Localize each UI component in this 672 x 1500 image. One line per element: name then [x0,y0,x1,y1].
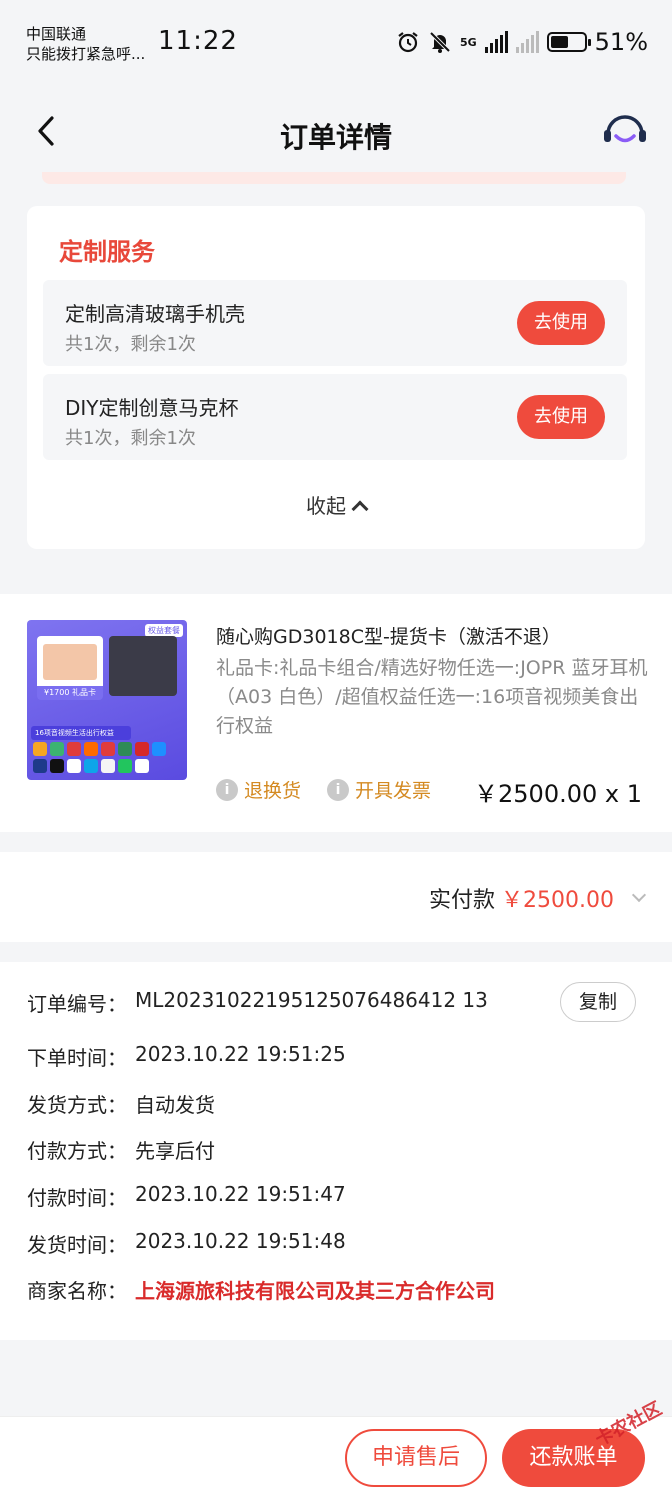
mute-bell-icon [429,31,451,53]
info-row: 发货方式： 自动发货 [27,1089,215,1118]
info-value: 2023.10.22 19:51:48 [135,1229,346,1253]
return-exchange-link[interactable]: i 退换货 [216,776,301,803]
order-info-section: 订单编号： ML20231022195125076486412 13 复制 下单… [0,962,672,1340]
after-sales-button[interactable]: 申请售后 [345,1429,487,1487]
battery-percent: 51% [594,28,648,56]
info-row: 发货时间： 2023.10.22 19:51:48 [27,1229,346,1258]
battery-icon [546,32,591,52]
copy-button[interactable]: 复制 [560,982,636,1022]
info-value: 先享后付 [135,1139,215,1163]
return-label: 退换货 [244,780,302,802]
carrier-name: 中国联通 [26,25,87,43]
info-key: 发货方式： [27,1093,127,1117]
carrier-info: 中国联通 只能拨打紧急呼... [26,24,145,64]
info-icon: i [327,778,350,801]
use-service-button[interactable]: 去使用 [517,395,605,439]
clock: 11:22 [158,26,238,56]
chevron-down-icon [631,887,647,903]
order-number: ML20231022195125076486412 13 [135,988,488,1012]
service-name: DIY定制创意马克杯 [65,396,239,420]
order-number-row: 订单编号： ML20231022195125076486412 13 [27,988,488,1017]
info-row: 付款时间： 2023.10.22 19:51:47 [27,1182,346,1211]
service-item: DIY定制创意马克杯 共1次，剩余1次 去使用 [43,374,627,460]
merchant-name: 上海源旅科技有限公司及其三方合作公司 [135,1279,495,1303]
carrier-status: 只能拨打紧急呼... [26,45,146,63]
network-type: 5G [459,35,477,49]
page-title: 订单详情 [279,121,392,154]
info-key: 付款时间： [27,1186,127,1210]
info-value: 2023.10.22 19:51:47 [135,1182,346,1206]
info-key: 商家名称： [27,1279,127,1303]
service-name: 定制高清玻璃手机壳 [65,302,245,326]
use-service-button[interactable]: 去使用 [517,301,605,345]
system-icons: 5G 51% [396,28,648,56]
info-row: 付款方式： 先享后付 [27,1135,215,1164]
alarm-icon [398,32,418,53]
app-icons-grid [33,742,181,773]
product-description: 礼品卡:礼品卡组合/精选好物任选一:JOPR 蓝牙耳机（A03 白色）/超值权益… [216,657,648,737]
payment-summary[interactable]: 实付款 ￥2500.00 [0,852,672,942]
info-row: 下单时间： 2023.10.22 19:51:25 [27,1042,346,1071]
info-key: 发货时间： [27,1233,127,1257]
thumb-ribbon: 16项音视频生活出行权益 [31,726,131,740]
custom-service-card: 定制服务 定制高清玻璃手机壳 共1次，剩余1次 去使用 DIY定制创意马克杯 共… [27,206,645,549]
product-thumbnail[interactable]: 权益套餐 ¥1700 礼品卡 16项音视频生活出行权益 [27,620,187,780]
signal-icon [484,31,508,53]
invoice-label: 开具发票 [355,780,432,802]
info-key: 下单时间： [27,1046,127,1070]
nav-header: 订单详情 [0,86,672,176]
price-quantity: ￥2500.00 x 1 [474,780,642,808]
product-actions: i 退换货 i 开具发票 [216,776,431,803]
invoice-link[interactable]: i 开具发票 [327,776,431,803]
info-value: 2023.10.22 19:51:25 [135,1042,346,1066]
thumb-price: ¥1700 礼品卡 [37,686,103,700]
info-value: 自动发货 [135,1093,215,1117]
info-key: 订单编号： [27,992,127,1016]
previous-card-edge [42,172,626,184]
product-title: 随心购GD3018C型-提货卡（激活不退） [216,626,561,648]
merchant-row: 商家名称： 上海源旅科技有限公司及其三方合作公司 [27,1275,495,1304]
product-section: 权益套餐 ¥1700 礼品卡 16项音视频生活出行权益 随心购GD3018C型-… [0,594,672,832]
collapse-toggle[interactable]: 收起 [27,490,645,519]
customer-service-icon[interactable] [602,112,648,152]
service-usage: 共1次，剩余1次 [65,428,196,449]
service-usage: 共1次，剩余1次 [65,334,196,355]
info-key: 付款方式： [27,1139,127,1163]
service-item: 定制高清玻璃手机壳 共1次，剩余1次 去使用 [43,280,627,366]
chevron-up-icon [351,500,369,518]
earphone-image [109,636,177,696]
paid-label: 实付款 [429,888,496,913]
status-bar: 中国联通 只能拨打紧急呼... 11:22 5G 51% [0,0,672,86]
custom-service-title: 定制服务 [53,232,155,267]
info-icon: i [216,778,238,801]
signal-no-service-icon [515,31,539,53]
paid-amount: ￥2500.00 [501,888,614,913]
collapse-label: 收起 [306,494,346,518]
bottom-action-bar: 申请售后 还款账单 [0,1416,672,1500]
